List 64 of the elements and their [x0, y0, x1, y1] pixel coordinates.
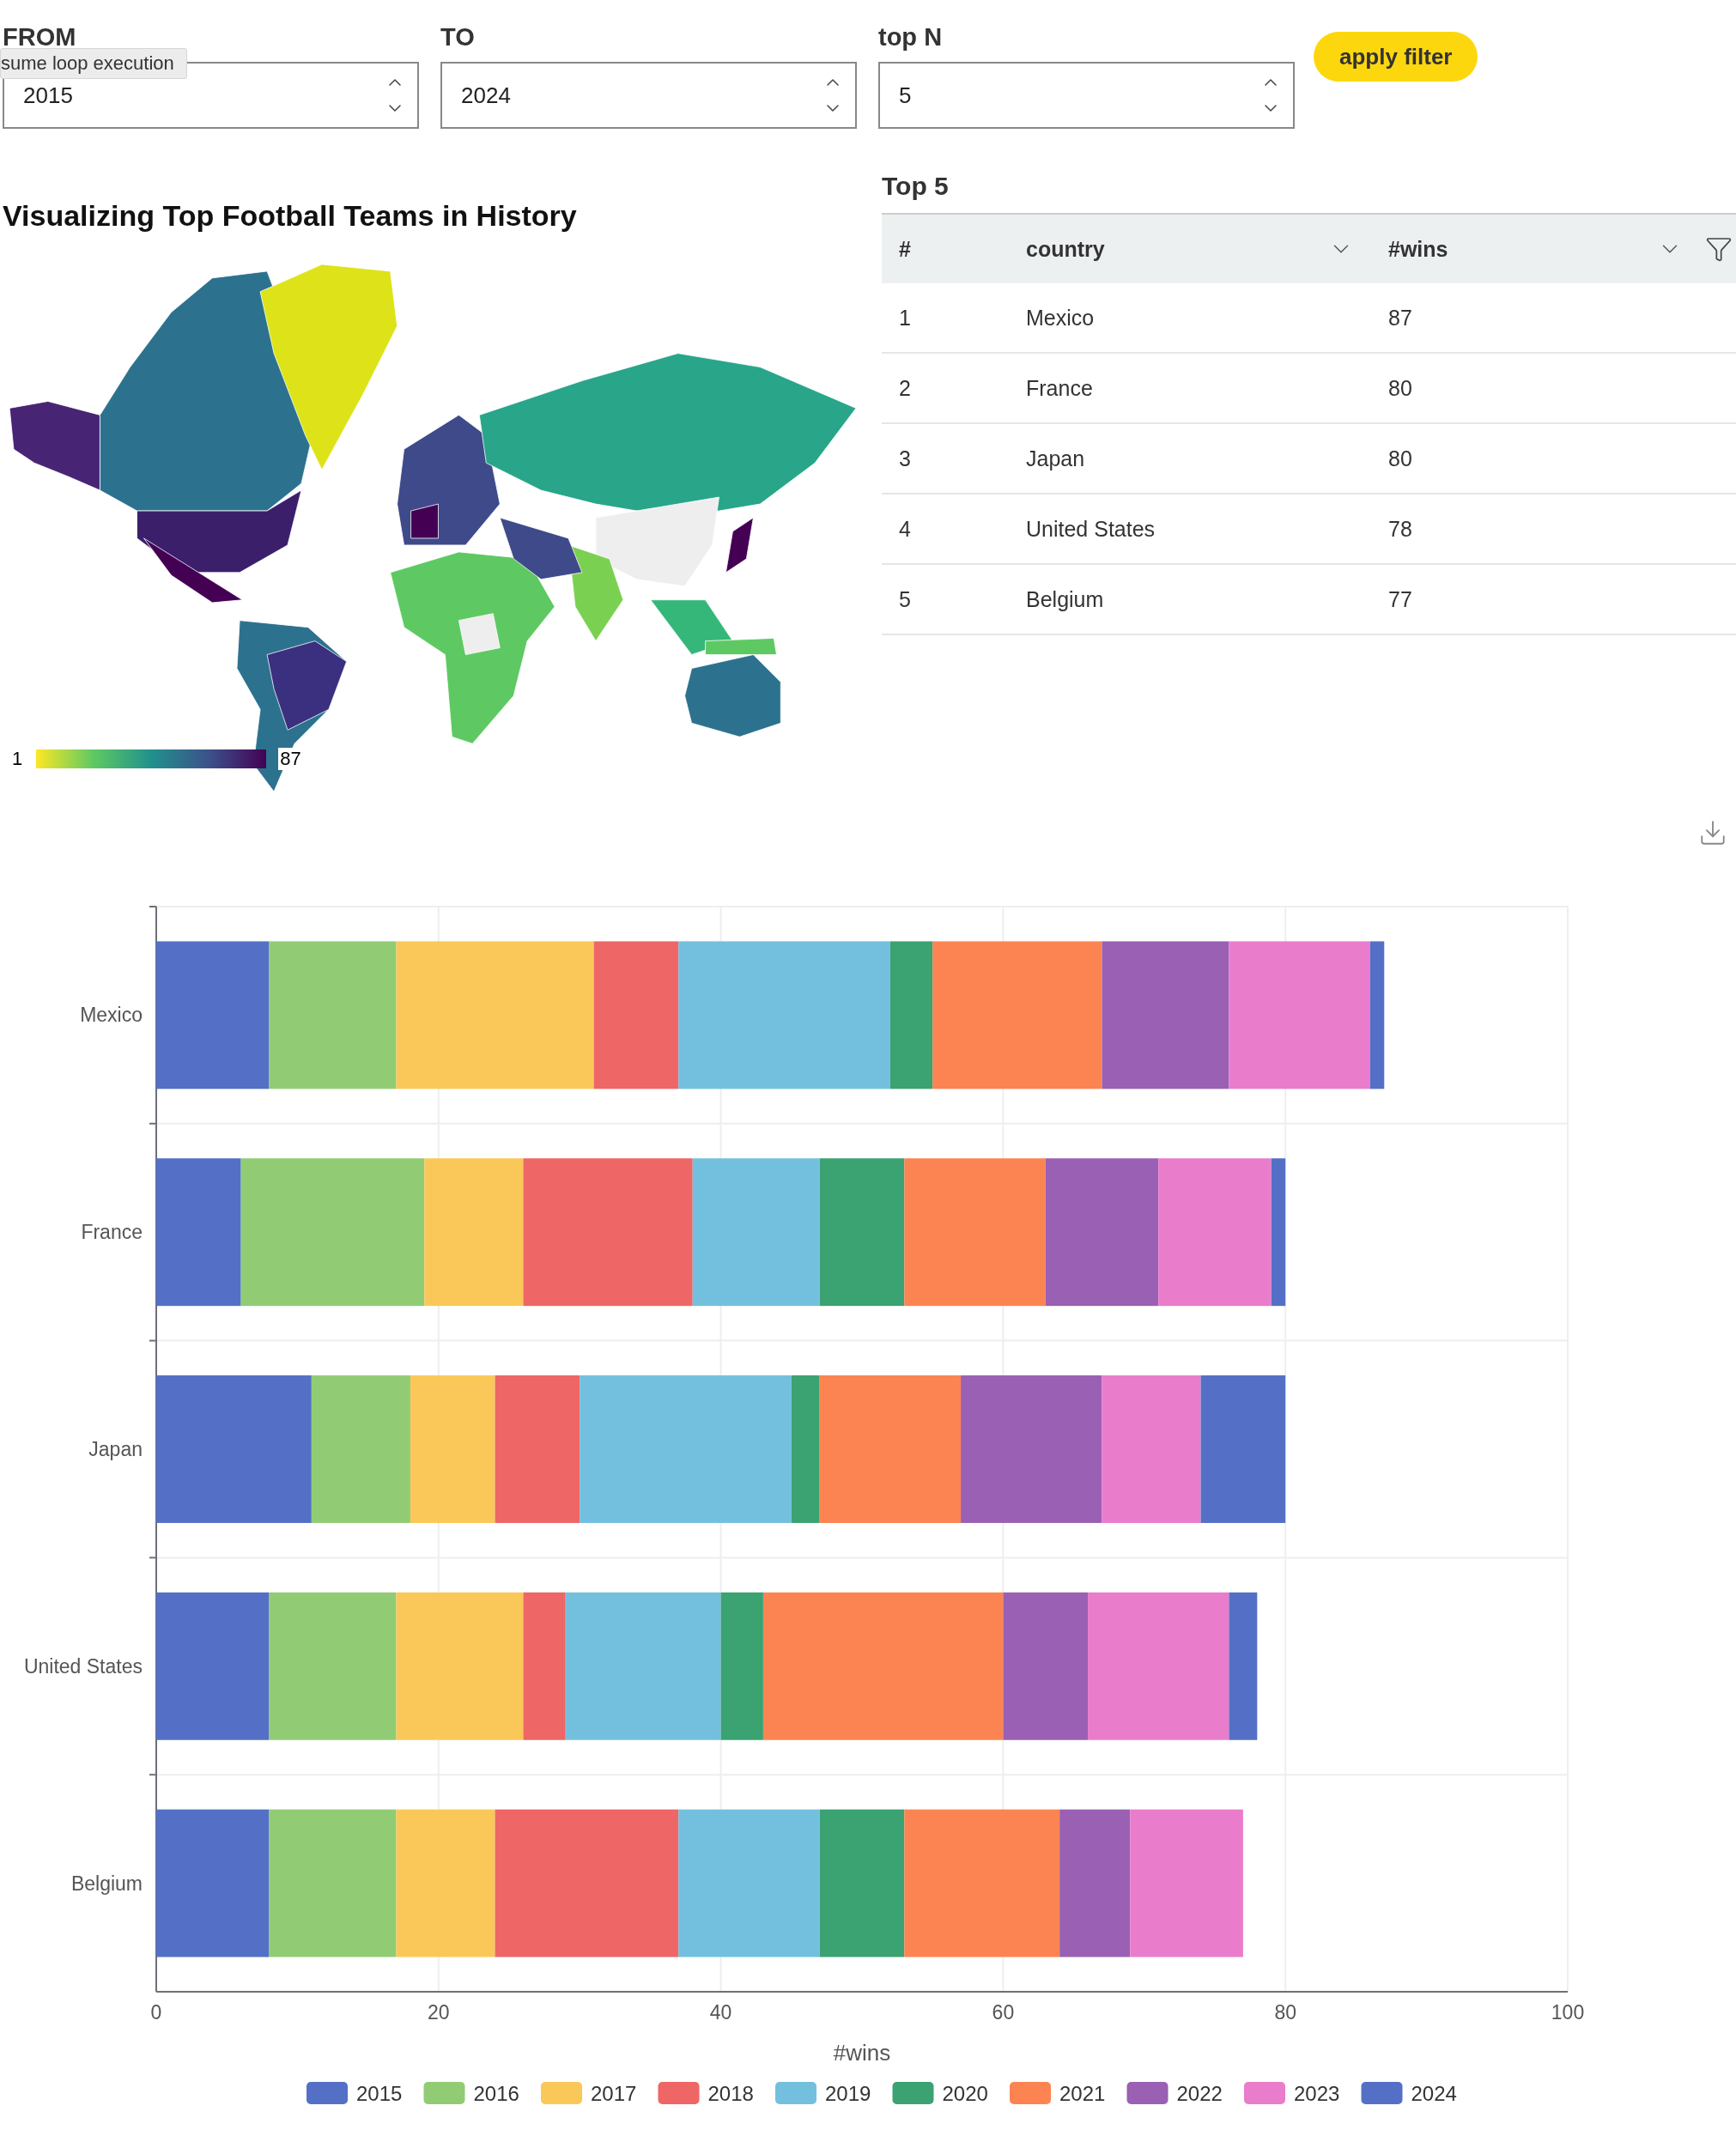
- legend-label: 2016: [473, 2082, 519, 2105]
- legend-label: 2018: [707, 2082, 754, 2105]
- table-cell: 3: [882, 424, 1009, 495]
- legend-label: 2024: [1411, 2082, 1457, 2105]
- tick-label: 80: [1274, 2001, 1296, 2024]
- legend-item[interactable]: 2015: [307, 2082, 403, 2105]
- tick-label: 0: [150, 2001, 162, 2024]
- table-cell: 1: [882, 283, 1009, 354]
- table-cell: United States: [1009, 495, 1371, 565]
- legend-label: 2023: [1294, 2082, 1340, 2105]
- field-label: top N: [878, 22, 944, 52]
- legend-item[interactable]: 2016: [423, 2082, 519, 2105]
- tick-label: 100: [1551, 2001, 1585, 2024]
- category-label: France: [81, 1221, 143, 1244]
- apply-filter-button[interactable]: apply filter: [1314, 32, 1478, 82]
- number-field[interactable]: 2015: [21, 81, 282, 110]
- legend-item[interactable]: 2022: [1126, 2082, 1223, 2105]
- table-cell: France: [1009, 354, 1371, 424]
- number-field[interactable]: 5: [897, 81, 1158, 110]
- map-title: Visualizing Top Football Teams in History: [3, 199, 578, 233]
- tick-label: 60: [992, 2001, 1015, 2024]
- filter-icon[interactable]: [1705, 235, 1733, 263]
- number-field[interactable]: 2024: [459, 81, 720, 110]
- legend-label: 2017: [591, 2082, 637, 2105]
- tooltip: sume loop execution: [0, 48, 187, 79]
- tick-label: 40: [709, 2001, 732, 2024]
- column-header[interactable]: #: [882, 215, 1009, 283]
- legend-item[interactable]: 2018: [658, 2082, 754, 2105]
- category-label: Japan: [88, 1438, 143, 1460]
- field-label: TO: [440, 22, 476, 52]
- legend-item[interactable]: 2024: [1361, 2082, 1457, 2105]
- table-cell: 2: [882, 354, 1009, 424]
- tick-label: 20: [428, 2001, 450, 2024]
- table-cell: Mexico: [1009, 283, 1371, 354]
- table-cell: Japan: [1009, 424, 1371, 495]
- table-cell: 5: [882, 565, 1009, 635]
- legend-label: 2020: [942, 2082, 988, 2105]
- table-cell: 80: [1371, 424, 1736, 495]
- axis-title: #wins: [833, 2040, 891, 2066]
- legend-item[interactable]: 2023: [1244, 2082, 1340, 2105]
- table-cell: 4: [882, 495, 1009, 565]
- table-title: Top 5: [882, 172, 950, 201]
- legend-item[interactable]: 2019: [775, 2082, 871, 2105]
- legend-label: 2022: [1176, 2082, 1223, 2105]
- category-label: United States: [23, 1654, 143, 1678]
- table-cell: 78: [1371, 495, 1736, 565]
- table-cell: 80: [1371, 354, 1736, 424]
- number-spinner[interactable]: 5: [878, 62, 1295, 129]
- table-cell: 87: [1371, 283, 1736, 354]
- legend-item[interactable]: 2017: [541, 2082, 637, 2105]
- legend-item[interactable]: 2020: [892, 2082, 988, 2105]
- legend-item[interactable]: 2021: [1010, 2082, 1106, 2105]
- table-cell: 77: [1371, 565, 1736, 635]
- legend-label: 2019: [825, 2082, 871, 2105]
- legend-label: 2021: [1059, 2082, 1106, 2105]
- download-icon[interactable]: [1698, 818, 1727, 847]
- column-header[interactable]: #wins: [1371, 215, 1736, 283]
- table-cell: Belgium: [1009, 565, 1371, 635]
- column-header[interactable]: country: [1009, 215, 1371, 283]
- category-label: Mexico: [80, 1004, 143, 1027]
- scale-max-label: 87: [278, 748, 303, 770]
- legend-label: 2015: [356, 2082, 403, 2105]
- number-spinner[interactable]: 2024: [440, 62, 857, 129]
- category-label: Belgium: [70, 1872, 143, 1895]
